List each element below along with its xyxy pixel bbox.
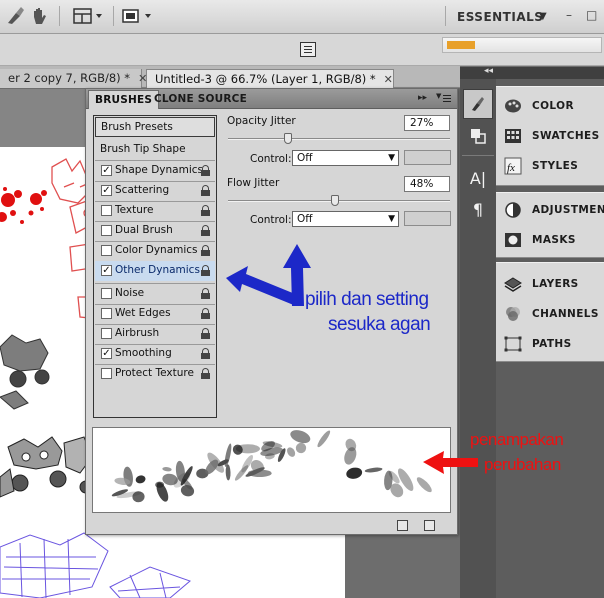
blue-arrow-left-icon xyxy=(226,266,300,306)
red-arrow-left-icon xyxy=(423,451,478,474)
annotation-text-red-1: penampakan xyxy=(470,430,564,449)
annotation-text-blue-2: sesuka agan xyxy=(328,314,431,335)
annotation-arrows xyxy=(226,244,478,474)
annotation-text-red-2: perubahan xyxy=(484,455,561,474)
annotation-text-blue-1: pilih dan setting xyxy=(305,289,429,310)
